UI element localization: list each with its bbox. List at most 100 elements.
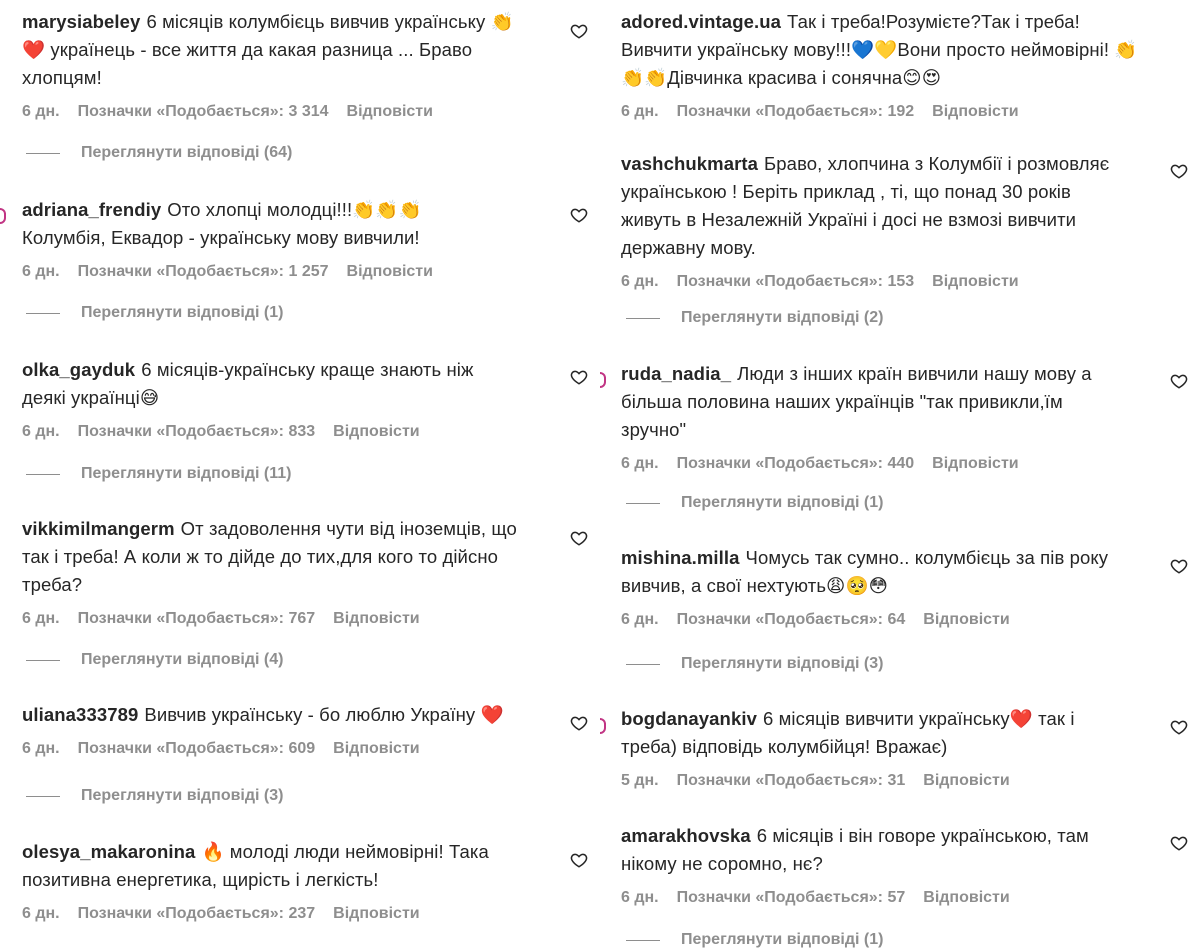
comment-meta: 6 дн. Позначки «Подобається»: 237 Відпов… bbox=[22, 905, 532, 923]
view-replies-label: Переглянути відповіді bbox=[681, 494, 860, 511]
comment-likes[interactable]: Позначки «Подобається»: 57 bbox=[677, 889, 906, 907]
reply-button[interactable]: Відповісти bbox=[923, 611, 1009, 629]
comment-time[interactable]: 6 дн. bbox=[621, 611, 659, 629]
heart-icon[interactable] bbox=[570, 368, 588, 386]
comment-time[interactable]: 6 дн. bbox=[22, 610, 60, 628]
view-replies-label: Переглянути відповіді bbox=[81, 651, 260, 668]
divider-line bbox=[626, 317, 660, 319]
comment-username[interactable]: amarakhovska bbox=[621, 825, 751, 846]
view-replies-button[interactable]: Переглянути відповіді (1) bbox=[26, 304, 426, 322]
heart-icon[interactable] bbox=[570, 529, 588, 547]
avatar[interactable] bbox=[600, 718, 606, 734]
view-replies-button[interactable]: Переглянути відповіді (11) bbox=[26, 465, 426, 483]
comment-time[interactable]: 6 дн. bbox=[621, 273, 659, 291]
view-replies-button[interactable]: Переглянути відповіді (4) bbox=[26, 651, 426, 669]
view-replies-button[interactable]: Переглянути відповіді (3) bbox=[26, 787, 426, 805]
reply-button[interactable]: Відповісти bbox=[923, 772, 1009, 790]
view-replies-label: Переглянути відповіді bbox=[681, 309, 860, 326]
likes-count: 767 bbox=[288, 610, 316, 627]
likes-count: 192 bbox=[887, 103, 915, 120]
likes-label: Позначки «Подобається»: bbox=[676, 772, 884, 789]
reply-button[interactable]: Відповісти bbox=[932, 103, 1018, 121]
comment-time[interactable]: 6 дн. bbox=[621, 455, 659, 473]
heart-icon[interactable] bbox=[570, 851, 588, 869]
reply-button[interactable]: Відповісти bbox=[333, 423, 419, 441]
comment-meta: 6 дн. Позначки «Подобається»: 609 Відпов… bbox=[22, 740, 532, 758]
comment-username[interactable]: olesya_makaronina bbox=[22, 841, 195, 862]
likes-count: 64 bbox=[887, 611, 906, 628]
replies-count: (2) bbox=[863, 309, 884, 326]
comment-username[interactable]: marysiabeley bbox=[22, 11, 140, 32]
comments-column-right: adored.vintage.ua Так і треба!Розумієте?Т… bbox=[600, 0, 1200, 948]
view-replies-button[interactable]: Переглянути відповіді (64) bbox=[26, 144, 426, 162]
comment-time[interactable]: 6 дн. bbox=[22, 740, 60, 758]
comment-time[interactable]: 6 дн. bbox=[22, 103, 60, 121]
comment-username[interactable]: adored.vintage.ua bbox=[621, 11, 781, 32]
view-replies-button[interactable]: Переглянути відповіді (1) bbox=[626, 494, 1026, 512]
likes-count: 440 bbox=[887, 455, 915, 472]
reply-button[interactable]: Відповісти bbox=[932, 273, 1018, 291]
comment-likes[interactable]: Позначки «Подобається»: 3 314 bbox=[78, 103, 329, 121]
divider-line bbox=[26, 659, 60, 661]
comment-likes[interactable]: Позначки «Подобається»: 192 bbox=[677, 103, 915, 121]
comment-likes[interactable]: Позначки «Подобається»: 440 bbox=[677, 455, 915, 473]
reply-button[interactable]: Відповісти bbox=[333, 610, 419, 628]
comment: olka_gayduk 6 місяців-українську краще зн… bbox=[22, 356, 532, 441]
view-replies-label: Переглянути відповіді bbox=[81, 465, 260, 482]
heart-icon[interactable] bbox=[1170, 834, 1188, 852]
comment-time[interactable]: 6 дн. bbox=[22, 423, 60, 441]
likes-count: 1 257 bbox=[288, 263, 329, 280]
reply-button[interactable]: Відповісти bbox=[333, 905, 419, 923]
comment-time[interactable]: 6 дн. bbox=[22, 905, 60, 923]
comment-username[interactable]: vashchukmarta bbox=[621, 153, 758, 174]
comment-time[interactable]: 5 дн. bbox=[621, 772, 659, 790]
comment-likes[interactable]: Позначки «Подобається»: 31 bbox=[677, 772, 906, 790]
comment-likes[interactable]: Позначки «Подобається»: 767 bbox=[78, 610, 316, 628]
heart-icon[interactable] bbox=[1170, 718, 1188, 736]
reply-button[interactable]: Відповісти bbox=[347, 263, 433, 281]
comment-time[interactable]: 6 дн. bbox=[621, 103, 659, 121]
comment-time[interactable]: 6 дн. bbox=[22, 263, 60, 281]
heart-icon[interactable] bbox=[1170, 162, 1188, 180]
comment-likes[interactable]: Позначки «Подобається»: 609 bbox=[78, 740, 316, 758]
comment-likes[interactable]: Позначки «Подобається»: 237 bbox=[78, 905, 316, 923]
view-replies-button[interactable]: Переглянути відповіді (1) bbox=[626, 931, 1026, 949]
comment-username[interactable]: uliana333789 bbox=[22, 704, 138, 725]
reply-button[interactable]: Відповісти bbox=[333, 740, 419, 758]
comment-time[interactable]: 6 дн. bbox=[621, 889, 659, 907]
likes-label: Позначки «Подобається»: bbox=[77, 610, 285, 627]
reply-button[interactable]: Відповісти bbox=[932, 455, 1018, 473]
view-replies-button[interactable]: Переглянути відповіді (3) bbox=[626, 655, 1026, 673]
heart-icon[interactable] bbox=[1170, 372, 1188, 390]
comment-username[interactable]: bogdanayankiv bbox=[621, 708, 757, 729]
comment: adored.vintage.ua Так і треба!Розумієте?Т… bbox=[621, 8, 1137, 121]
likes-count: 609 bbox=[288, 740, 316, 757]
replies-count: (3) bbox=[263, 787, 284, 804]
comment-likes[interactable]: Позначки «Подобається»: 1 257 bbox=[78, 263, 329, 281]
likes-label: Позначки «Подобається»: bbox=[77, 905, 285, 922]
view-replies-label: Переглянути відповіді bbox=[81, 787, 260, 804]
likes-count: 3 314 bbox=[288, 103, 329, 120]
avatar[interactable] bbox=[600, 372, 606, 388]
heart-icon[interactable] bbox=[1170, 557, 1188, 575]
comment-username[interactable]: ruda_nadia_ bbox=[621, 363, 731, 384]
avatar[interactable] bbox=[0, 208, 6, 224]
heart-icon[interactable] bbox=[570, 206, 588, 224]
comment: ruda_nadia_ Люди з інших країн вивчили на… bbox=[621, 360, 1136, 473]
comment-username[interactable]: vikkimilmangerm bbox=[22, 518, 175, 539]
comment: bogdanayankiv 6 місяців вивчити українськ… bbox=[621, 705, 1136, 790]
comment: adriana_frendiy Ото хлопці молодці!!!👏👏👏 … bbox=[22, 196, 532, 281]
reply-button[interactable]: Відповісти bbox=[347, 103, 433, 121]
comment-likes[interactable]: Позначки «Подобається»: 153 bbox=[677, 273, 915, 291]
comment-username[interactable]: olka_gayduk bbox=[22, 359, 135, 380]
comment-likes[interactable]: Позначки «Подобається»: 833 bbox=[78, 423, 316, 441]
heart-icon[interactable] bbox=[570, 714, 588, 732]
comment-username[interactable]: adriana_frendiy bbox=[22, 199, 161, 220]
replies-count: (4) bbox=[263, 651, 284, 668]
heart-icon[interactable] bbox=[570, 22, 588, 40]
comment: uliana333789 Вивчив українську - бо люблю… bbox=[22, 701, 532, 758]
view-replies-button[interactable]: Переглянути відповіді (2) bbox=[626, 309, 1026, 327]
comment-username[interactable]: mishina.milla bbox=[621, 547, 740, 568]
reply-button[interactable]: Відповісти bbox=[923, 889, 1009, 907]
comment-likes[interactable]: Позначки «Подобається»: 64 bbox=[677, 611, 906, 629]
